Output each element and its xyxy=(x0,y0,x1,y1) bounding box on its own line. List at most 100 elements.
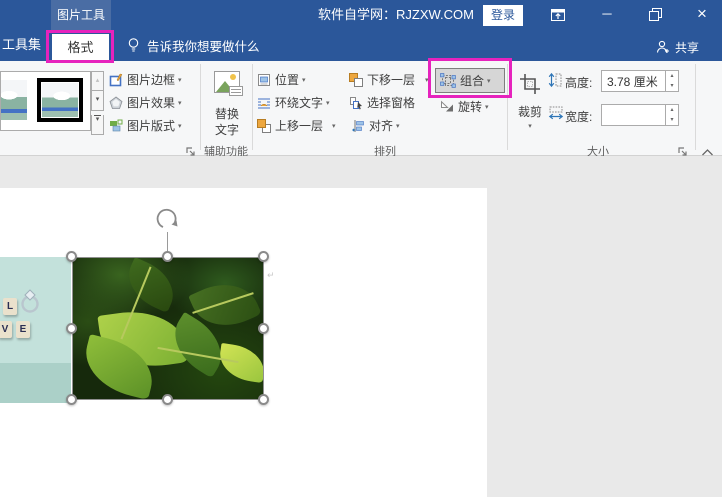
selection-pane-button[interactable]: 选择窗格 xyxy=(349,94,415,111)
selection-handle-top-right[interactable] xyxy=(258,251,269,262)
titlebar: 图片工具 软件自学网：RJZXW.COM 登录 ─ × xyxy=(0,0,722,30)
person-icon xyxy=(656,40,669,53)
format-tab-highlight xyxy=(46,30,114,63)
dropdown-arrow-icon: ▾ xyxy=(485,103,489,111)
selection-handle-bottom-right[interactable] xyxy=(258,394,269,405)
tell-me-label: 告诉我你想要做什么 xyxy=(147,40,260,54)
collapse-ribbon-button[interactable] xyxy=(701,144,715,156)
position-label: 位置 xyxy=(275,73,300,87)
align-label: 对齐 xyxy=(369,119,394,133)
rotate-icon xyxy=(441,100,453,112)
selected-leaves-image[interactable] xyxy=(72,257,264,400)
align-icon xyxy=(352,119,364,132)
selection-handle-top-center[interactable] xyxy=(162,251,173,262)
height-icon xyxy=(548,72,562,88)
gallery-more-button[interactable]: ▾ xyxy=(91,115,104,135)
selection-pane-label: 选择窗格 xyxy=(367,96,416,110)
send-backward-button[interactable]: 下移一层 ▾ xyxy=(349,71,429,88)
gallery-scroll-up-button[interactable]: ▴ xyxy=(91,71,104,91)
picture-styles-gallery xyxy=(0,71,91,131)
close-button[interactable]: × xyxy=(688,0,716,30)
spin-down-icon[interactable]: ▾ xyxy=(666,115,678,125)
restore-icon xyxy=(648,8,662,21)
height-value: 3.78 厘米 xyxy=(607,74,658,89)
bring-forward-icon xyxy=(257,118,271,133)
love-tiles-photo[interactable]: L V E xyxy=(0,257,71,403)
position-icon xyxy=(258,73,270,86)
group-button-highlight xyxy=(428,58,512,98)
position-button[interactable]: 位置 ▾ xyxy=(257,71,306,88)
tab-toolset-partial[interactable]: 工具集 xyxy=(2,30,41,60)
width-spinner[interactable]: ▴ ▾ xyxy=(665,105,678,125)
leaf-shape xyxy=(119,258,183,313)
width-input[interactable]: ▴ ▾ xyxy=(601,104,679,126)
selection-handle-mid-right[interactable] xyxy=(258,323,269,334)
alt-text-button[interactable]: 替换 文字 xyxy=(203,67,251,141)
selection-handle-top-left[interactable] xyxy=(66,251,77,262)
restore-button[interactable] xyxy=(642,7,668,27)
size-dialog-launcher[interactable] xyxy=(678,144,688,156)
wrap-text-button[interactable]: 环绕文字 ▾ xyxy=(257,94,330,111)
alt-text-label-2: 文字 xyxy=(214,123,239,137)
ribbon-display-options-icon xyxy=(551,9,565,21)
picture-border-button[interactable]: 图片边框 ▾ xyxy=(109,71,182,88)
bring-forward-button[interactable]: 上移一层 ▾ xyxy=(257,117,336,134)
dropdown-arrow-icon: ▾ xyxy=(178,99,182,107)
picture-style-thumb-2[interactable] xyxy=(37,78,83,122)
login-button[interactable]: 登录 xyxy=(483,5,523,26)
paragraph-mark: ↵ xyxy=(267,270,275,280)
height-spinner[interactable]: ▴ ▾ xyxy=(665,71,678,91)
dropdown-arrow-icon: ▾ xyxy=(178,76,182,84)
picture-styles-dialog-launcher[interactable] xyxy=(186,144,196,156)
spin-up-icon[interactable]: ▴ xyxy=(666,71,678,81)
tile-letter: V xyxy=(0,321,12,338)
selection-handle-bottom-center[interactable] xyxy=(162,394,173,405)
send-backward-label: 下移一层 xyxy=(367,73,416,87)
tell-me-box[interactable]: 告诉我你想要做什么 xyxy=(126,30,260,61)
spin-down-icon[interactable]: ▾ xyxy=(666,81,678,91)
gallery-scrollbar: ▴ ▾ ▾ xyxy=(91,71,104,135)
ribbon-display-options-button[interactable] xyxy=(550,7,572,23)
spin-up-icon[interactable]: ▴ xyxy=(666,105,678,115)
height-input[interactable]: 3.78 厘米 ▴ ▾ xyxy=(601,70,679,92)
rotate-button[interactable]: 旋转 ▾ xyxy=(440,98,489,115)
alt-text-picture-icon xyxy=(214,71,243,96)
rotate-label: 旋转 xyxy=(458,100,483,114)
gallery-more-arrow: ▾ xyxy=(95,116,100,123)
lightbulb-icon xyxy=(128,38,139,52)
selection-handle-mid-left[interactable] xyxy=(66,323,77,334)
wrap-text-icon xyxy=(258,98,270,108)
tile-letter: E xyxy=(16,321,30,338)
share-button[interactable]: 共享 xyxy=(655,34,699,60)
selection-pane-icon xyxy=(350,96,362,109)
site-title-text: 软件自学网：RJZXW.COM xyxy=(318,7,474,22)
minimize-button[interactable]: ─ xyxy=(594,0,620,30)
ribbon-tab-row: 工具集 格式 告诉我你想要做什么 共享 xyxy=(0,30,722,63)
wrap-text-label: 环绕文字 xyxy=(275,96,324,110)
dropdown-arrow-icon: ▾ xyxy=(332,122,336,130)
document-area[interactable]: L V E ↵ xyxy=(0,156,722,497)
picture-effects-button[interactable]: 图片效果 ▾ xyxy=(109,94,182,111)
crop-button[interactable]: 裁剪 ▾ xyxy=(512,69,548,141)
picture-layout-button[interactable]: 图片版式 ▾ xyxy=(109,117,182,134)
picture-border-icon xyxy=(109,73,123,86)
dropdown-arrow-icon: ▾ xyxy=(528,123,532,130)
picture-effects-icon xyxy=(109,96,123,109)
bring-forward-label: 上移一层 xyxy=(275,119,324,133)
dropdown-arrow-icon: ▾ xyxy=(326,99,330,107)
photo-bottom-band xyxy=(0,363,71,403)
send-backward-icon xyxy=(349,72,363,87)
align-button[interactable]: 对齐 ▾ xyxy=(352,117,400,134)
dropdown-arrow-icon: ▾ xyxy=(302,76,306,84)
crop-label: 裁剪 xyxy=(517,105,542,119)
rotation-handle[interactable] xyxy=(156,208,180,232)
contextual-tab-header: 图片工具 xyxy=(51,0,111,30)
width-label: 宽度: xyxy=(565,110,593,124)
picture-layout-label: 图片版式 xyxy=(127,119,176,133)
height-label: 高度: xyxy=(565,76,593,90)
alt-text-label-1: 替换 xyxy=(214,107,239,121)
picture-style-thumb-1[interactable] xyxy=(1,80,27,120)
gallery-scroll-down-button[interactable]: ▾ xyxy=(91,91,104,111)
selection-handle-bottom-left[interactable] xyxy=(66,394,77,405)
group-divider xyxy=(695,64,696,150)
